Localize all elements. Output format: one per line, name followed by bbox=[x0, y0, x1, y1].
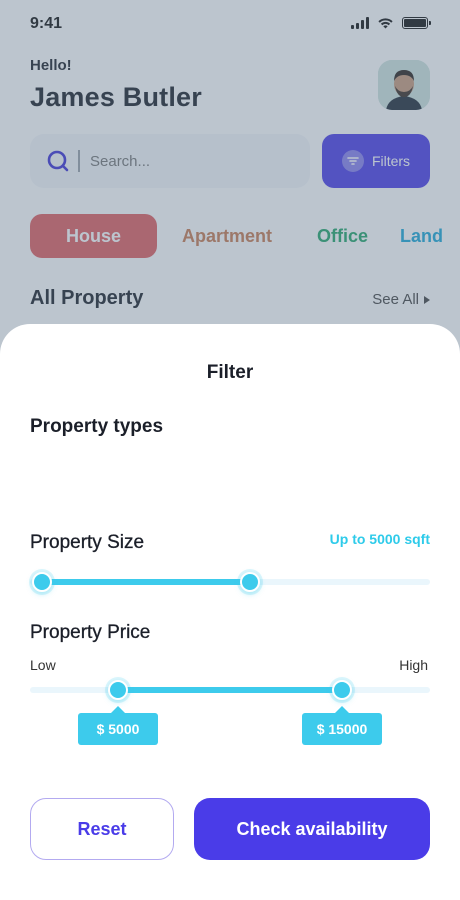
property-size-value: Up to 5000 sqft bbox=[329, 531, 430, 547]
price-low-label: Low bbox=[30, 657, 56, 673]
property-price-title: Property Price bbox=[30, 622, 151, 643]
price-max-tag: $ 15000 bbox=[302, 706, 382, 745]
property-types-title: Property types bbox=[30, 416, 164, 437]
price-high-label: High bbox=[399, 657, 428, 673]
reset-button[interactable]: Reset bbox=[30, 798, 174, 860]
check-availability-button[interactable]: Check availability bbox=[194, 798, 430, 860]
filter-sheet: Filter Property types Property Size Up t… bbox=[0, 324, 460, 900]
property-price-range bbox=[118, 687, 342, 693]
property-price-slider[interactable] bbox=[30, 680, 430, 700]
price-min-handle[interactable] bbox=[108, 680, 128, 700]
price-min-tag: $ 5000 bbox=[78, 706, 158, 745]
filter-sheet-title: Filter bbox=[206, 362, 254, 383]
property-size-range bbox=[42, 579, 250, 585]
property-size-title: Property Size bbox=[30, 532, 145, 553]
size-max-handle[interactable] bbox=[240, 572, 260, 592]
size-min-handle[interactable] bbox=[32, 572, 52, 592]
price-max-handle[interactable] bbox=[332, 680, 352, 700]
property-size-slider[interactable] bbox=[30, 572, 430, 592]
